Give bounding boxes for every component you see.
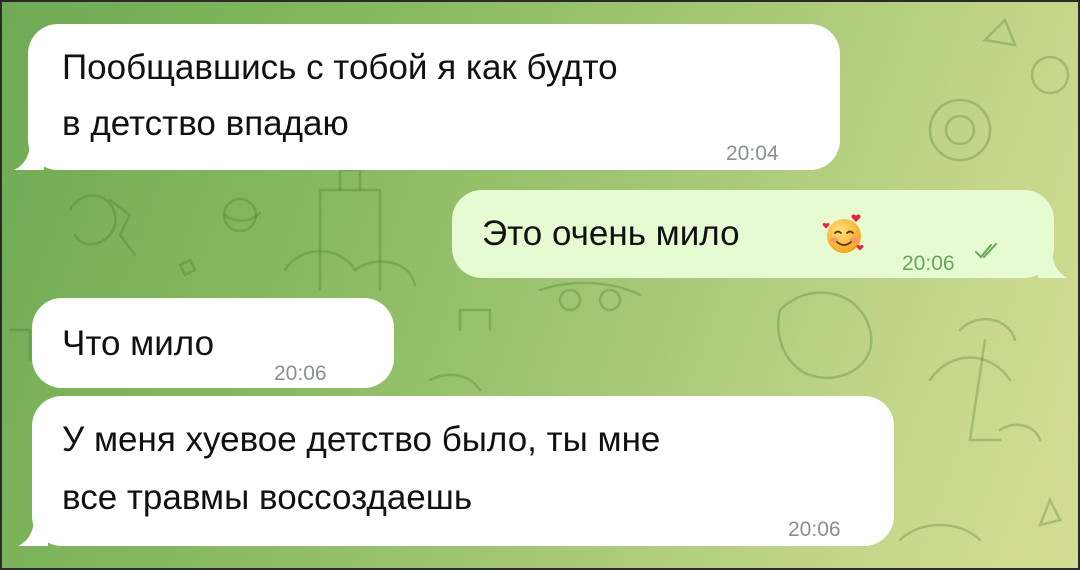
- message-bubble-incoming[interactable]: Пообщавшись с тобой я как будто в детств…: [14, 24, 840, 170]
- message-timestamp: 20:04: [726, 142, 779, 165]
- message-timestamp: 20:06: [902, 252, 955, 275]
- bubble-tail: [1038, 248, 1068, 278]
- message-bubble-incoming[interactable]: У меня хуевое детство было, ты мне все т…: [18, 396, 894, 546]
- bubble-tail: [14, 140, 44, 170]
- message-text-line: все травмы воссоздаешь: [62, 478, 473, 517]
- message-text: Это очень мило: [482, 214, 740, 253]
- message-text-line: в детство впадаю: [62, 104, 349, 143]
- smiling-face-with-hearts-icon: [822, 214, 864, 253]
- message-bubble-outgoing[interactable]: Это очень мило 20:06: [452, 190, 1068, 278]
- message-text-line: Пообщавшись с тобой я как будто: [62, 48, 618, 87]
- message-bubble-incoming[interactable]: Что мило 20:06: [32, 298, 394, 388]
- message-timestamp: 20:06: [788, 518, 841, 541]
- message-timestamp: 20:06: [274, 362, 327, 385]
- bubble-tail: [18, 516, 48, 546]
- message-text: Что мило: [62, 324, 215, 363]
- double-check-icon: [975, 243, 997, 259]
- message-text-line: У меня хуевое детство было, ты мне: [62, 420, 661, 459]
